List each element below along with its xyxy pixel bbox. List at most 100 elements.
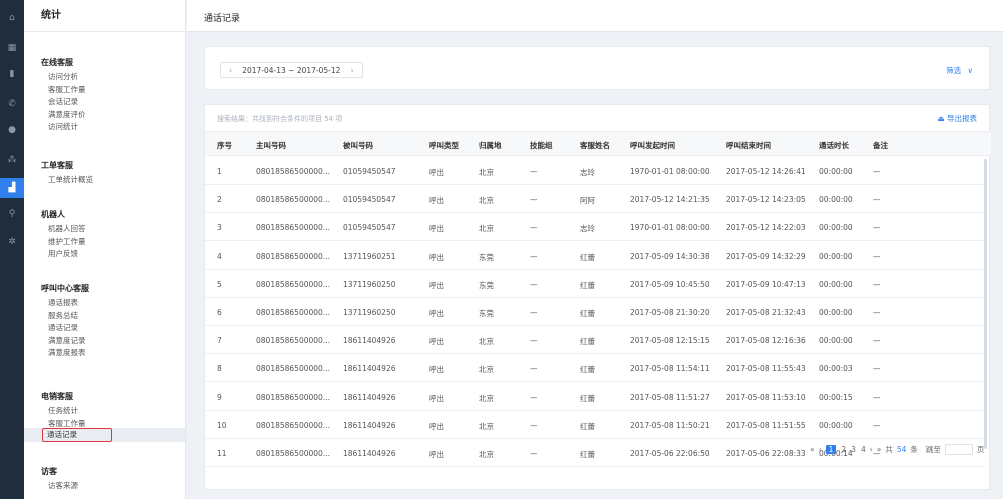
header-col-location[interactable]: 归属地 [479, 140, 502, 151]
cell-col-caller: 08018586500000... [256, 195, 330, 205]
cell-col-callee: 18611404926 [343, 336, 396, 346]
cell-col-start-time: 2017-05-09 10:45:50 [630, 279, 710, 289]
cell-col-agent: 志玲 [580, 224, 595, 234]
sidebar-item[interactable]: 机器人回答 [48, 223, 86, 234]
table-row[interactable]: 5 08018586500000... 13711960250 呼出 东莞 — 红蕾 2017… [205, 270, 985, 298]
header-col-call-type[interactable]: 呼叫类型 [429, 140, 459, 151]
cell-col-remark: — [873, 223, 881, 233]
filter-button[interactable]: 筛选 ∨ [946, 65, 973, 76]
header-col-start-time[interactable]: 呼叫发起时间 [630, 140, 675, 151]
header-col-callee[interactable]: 被叫号码 [343, 140, 373, 151]
sidebar-item[interactable]: 服务总结 [48, 310, 78, 321]
cell-col-location: 北京 [479, 393, 494, 403]
sidebar-item[interactable]: 用户反馈 [48, 248, 78, 259]
cell-col-index: 3 [217, 223, 222, 233]
cell-col-end-time: 2017-05-08 11:51:55 [726, 420, 806, 430]
sidebar-item[interactable]: 通话报表 [48, 297, 78, 308]
cell-col-skill-group: — [530, 392, 538, 402]
jump-page-input[interactable] [944, 444, 973, 455]
cell-col-location: 东莞 [479, 309, 494, 318]
cell-col-end-time: 2017-05-12 14:22:03 [726, 223, 806, 233]
phone-icon[interactable]: ✆ [0, 94, 24, 114]
cell-col-location: 北京 [479, 196, 494, 206]
total-count: 54 [896, 445, 907, 454]
cell-col-call-type: 呼出 [429, 280, 444, 290]
sidebar-item[interactable]: 满意度报表 [48, 347, 86, 358]
table-row[interactable]: 1 08018586500000... 01059450547 呼出 北京 — 志玲 1970… [205, 157, 985, 185]
next-range-icon[interactable]: › [350, 66, 353, 75]
sidebar-item[interactable]: 访问分析 [48, 71, 78, 82]
cell-col-remark: — [873, 336, 881, 346]
user-icon[interactable]: ● [0, 120, 24, 140]
sidebar-item[interactable]: 通话记录 [48, 322, 78, 333]
cell-col-index: 6 [217, 308, 222, 317]
prev-page-button[interactable]: ‹ [819, 445, 822, 454]
sidebar-item[interactable]: 客服工作量 [48, 418, 86, 429]
cell-col-start-time: 1970-01-01 08:00:00 [630, 223, 710, 233]
cell-col-caller: 08018586500000... [256, 449, 330, 458]
export-report-button[interactable]: ⏏ 导出报表 [938, 113, 977, 124]
sidebar-item[interactable]: 访客来源 [48, 480, 78, 491]
page-button[interactable]: 4 [861, 445, 866, 454]
cell-col-duration: 00:00:00 [819, 308, 853, 317]
page-button[interactable]: 3 [851, 445, 856, 454]
sidebar-group-label: 电销客服 [41, 392, 73, 401]
table-row[interactable]: 3 08018586500000... 01059450547 呼出 北京 — 志玲 1970… [205, 213, 985, 242]
table-row[interactable]: 4 08018586500000... 13711960251 呼出 东莞 — 红蕾 2017… [205, 242, 985, 270]
cell-col-caller: 08018586500000... [256, 223, 330, 233]
page-button[interactable]: 1 [825, 445, 837, 454]
table-row[interactable]: 7 08018586500000... 18611404926 呼出 北京 — 红蕾 2017… [205, 326, 985, 355]
sidebar-group-label: 在线客服 [41, 58, 73, 67]
sidebar-item[interactable]: 任务统计 [48, 405, 78, 416]
cell-col-duration: 00:00:03 [819, 364, 853, 374]
doc-icon[interactable]: ▮ [0, 64, 24, 84]
cell-col-caller: 08018586500000... [256, 167, 330, 176]
cell-col-index: 4 [217, 251, 222, 261]
prev-range-icon[interactable]: ‹ [229, 66, 232, 75]
table-row[interactable]: 10 08018586500000... 18611404926 呼出 北京 — 红蕾 201… [205, 411, 985, 439]
sidebar-item[interactable]: 满意度记录 [48, 335, 86, 346]
page-button[interactable]: 2 [841, 445, 846, 454]
cell-col-start-time: 2017-05-09 14:30:38 [630, 251, 710, 261]
table-row[interactable]: 8 08018586500000... 18611404926 呼出 北京 — 红蕾 2017… [205, 354, 985, 383]
next-page-button[interactable]: › [870, 445, 873, 454]
cell-col-callee: 01059450547 [343, 195, 396, 205]
grid-icon[interactable]: ▦ [0, 38, 24, 58]
cell-col-duration: 00:00:15 [819, 392, 853, 402]
header-col-duration[interactable]: 通话时长 [819, 140, 849, 151]
team-icon[interactable]: ⁂ [0, 150, 24, 170]
sidebar-item[interactable]: 工单统计概览 [48, 174, 93, 185]
sidebar-item[interactable]: 客服工作量 [48, 84, 86, 95]
sidebar-item[interactable]: 满意度评价 [48, 109, 86, 120]
sidebar-group-label: 呼叫中心客服 [41, 284, 89, 293]
cell-col-start-time: 2017-05-06 22:06:50 [630, 449, 710, 458]
header-col-agent[interactable]: 客服姓名 [580, 140, 610, 151]
total-suffix: 条 [910, 445, 918, 454]
first-page-button[interactable]: « [810, 445, 815, 454]
cell-col-callee: 13711960251 [343, 251, 396, 261]
header-col-index[interactable]: 序号 [217, 140, 232, 151]
header-col-skill-group[interactable]: 技能组 [530, 140, 553, 151]
home-icon[interactable]: ⌂ [0, 8, 24, 28]
cell-col-duration: 00:00:00 [819, 167, 853, 176]
sidebar-item[interactable]: 会话记录 [48, 96, 78, 107]
header-col-remark[interactable]: 备注 [873, 140, 888, 151]
header-col-caller[interactable]: 主叫号码 [256, 140, 286, 151]
search-icon[interactable]: ⚲ [0, 204, 24, 224]
date-range-picker[interactable]: ‹ 2017-04-13 ~ 2017-05-12 › [220, 62, 363, 78]
table-row[interactable]: 2 08018586500000... 01059450547 呼出 北京 — 阿阿 2017… [205, 185, 985, 214]
cell-col-skill-group: — [530, 336, 538, 346]
table-row[interactable]: 6 08018586500000... 13711960250 呼出 东莞 — 红蕾 2017… [205, 298, 985, 326]
table-row[interactable]: 9 08018586500000... 18611404926 呼出 北京 — 红蕾 2017… [205, 383, 985, 411]
header-col-end-time[interactable]: 呼叫结束时间 [726, 140, 771, 151]
cell-col-agent: 红蕾 [580, 365, 595, 375]
sidebar-item[interactable]: 访问统计 [48, 121, 78, 132]
sidebar-item[interactable]: 维护工作量 [48, 236, 86, 247]
gear-icon[interactable]: ✲ [0, 232, 24, 252]
scrollbar[interactable] [984, 159, 987, 449]
stats-icon[interactable]: ▟ [0, 178, 24, 198]
sidebar-title: 统计 [24, 0, 185, 32]
sidebar-item[interactable]: 通话记录 [42, 428, 112, 442]
last-page-button[interactable]: » [877, 445, 882, 454]
cell-col-remark: — [873, 420, 881, 430]
